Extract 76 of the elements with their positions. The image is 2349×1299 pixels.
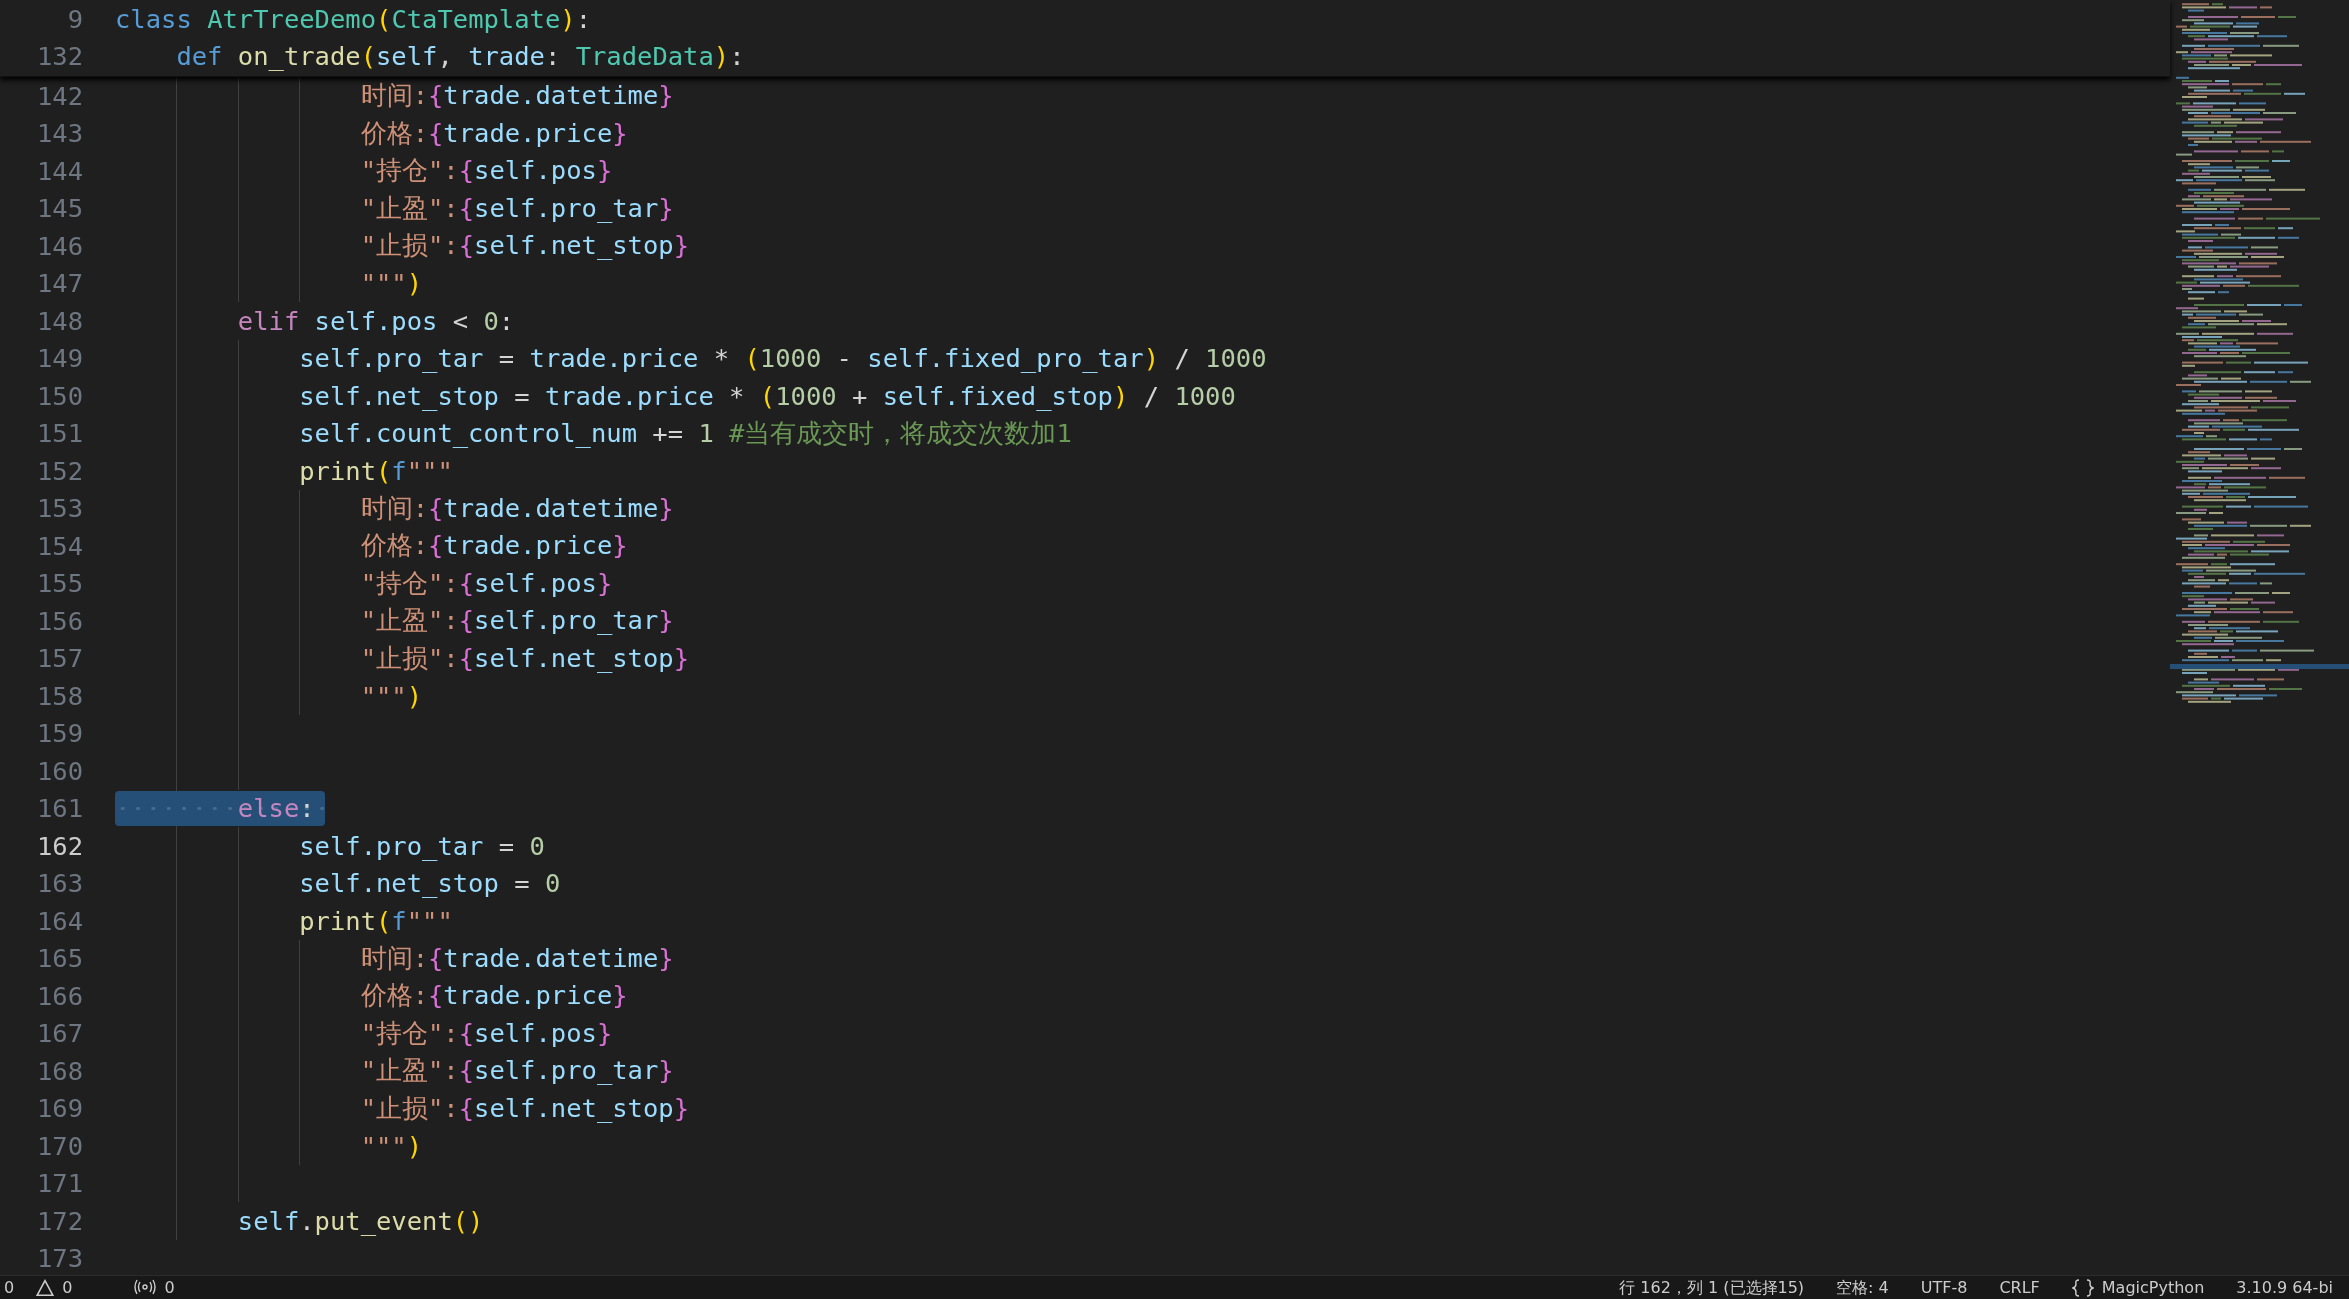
line-number: 153 — [35, 493, 83, 524]
cursor-position[interactable]: 行 162，列 1 (已选择15) — [1619, 1276, 1805, 1299]
error-count[interactable]: 0 — [4, 1276, 15, 1299]
code-line: 价格:{trade.price} — [359, 116, 628, 150]
code-line: print(f""" — [298, 905, 453, 936]
line-number: 150 — [35, 380, 83, 411]
code-line: print(f""" — [298, 455, 453, 486]
line-number: 162 — [35, 830, 83, 861]
line-number: 147 — [35, 268, 83, 299]
code-line: """) — [359, 680, 423, 711]
line-number: 164 — [35, 905, 83, 936]
warning-icon — [36, 1278, 55, 1297]
ports-count[interactable]: 0 — [134, 1276, 175, 1299]
code-line: elif self.pos < 0: — [236, 305, 515, 336]
line-number: 9 — [66, 3, 83, 34]
line-number: 171 — [35, 1168, 83, 1199]
code-line: "止损":{self.net_stop} — [359, 229, 689, 263]
code-line: self.net_stop = trade.price * (1000 + self.fixed_stop) / 1000 — [298, 380, 1236, 411]
line-number: 172 — [35, 1205, 83, 1236]
line-number: 144 — [35, 155, 83, 186]
indentation-status[interactable]: 空格: 4 — [1836, 1276, 1889, 1299]
encoding-status[interactable]: UTF-8 — [1920, 1276, 1968, 1299]
language-mode[interactable]: MagicPython — [2071, 1276, 2205, 1299]
code-line: """) — [359, 268, 423, 299]
code-line: else: — [236, 793, 315, 824]
code-line: "止盈":{self.pro_tar} — [359, 1054, 674, 1088]
line-number: 132 — [35, 41, 83, 72]
code-line: """) — [359, 1130, 423, 1161]
line-number: 156 — [35, 605, 83, 636]
line-number: 159 — [35, 718, 83, 749]
code-line: self.count_control_num += 1 #当有成交时，将成交次数加1 — [298, 416, 1072, 450]
code-line: "持仓":{self.pos} — [359, 566, 613, 600]
code-line: class AtrTreeDemo(CtaTemplate): — [115, 3, 591, 34]
code-line: self.net_stop = 0 — [298, 868, 561, 899]
line-number: 143 — [35, 118, 83, 149]
code-line: def on_trade(self, trade: TradeData): — [175, 41, 745, 72]
warning-count[interactable]: 0 — [36, 1276, 73, 1299]
code-line: "止盈":{self.pro_tar} — [359, 191, 674, 225]
braces-icon — [2071, 1278, 2094, 1297]
line-number: 149 — [35, 343, 83, 374]
line-number: 145 — [35, 193, 83, 224]
code-line: 价格:{trade.price} — [359, 529, 628, 563]
interpreter-status[interactable]: 3.10.9 64-bi — [2236, 1276, 2333, 1299]
line-number: 151 — [35, 418, 83, 449]
line-number: 148 — [35, 305, 83, 336]
line-ending-status[interactable]: CRLF — [1999, 1276, 2040, 1299]
code-line: "止盈":{self.pro_tar} — [359, 604, 674, 638]
line-number: 146 — [35, 230, 83, 261]
line-number: 142 — [35, 80, 83, 111]
code-line: 时间:{trade.datetime} — [359, 941, 674, 975]
line-number: 158 — [35, 680, 83, 711]
line-number: 157 — [35, 643, 83, 674]
line-number: 169 — [35, 1093, 83, 1124]
code-line: "持仓":{self.pos} — [359, 154, 613, 188]
line-number: 160 — [35, 755, 83, 786]
code-line: 时间:{trade.datetime} — [359, 491, 674, 525]
line-number: 170 — [35, 1130, 83, 1161]
line-number: 154 — [35, 530, 83, 561]
code-line: "止损":{self.net_stop} — [359, 1091, 689, 1125]
line-number: 155 — [35, 568, 83, 599]
code-line: self.put_event() — [236, 1205, 484, 1236]
line-number: 163 — [35, 868, 83, 899]
code-line: 价格:{trade.price} — [359, 979, 628, 1013]
code-line: self.pro_tar = trade.price * (1000 - self.fixed_pro_tar) / 1000 — [298, 343, 1267, 374]
line-number: 168 — [35, 1055, 83, 1086]
code-line: "止损":{self.net_stop} — [359, 641, 689, 675]
broadcast-icon — [134, 1278, 157, 1297]
line-number: 161 — [35, 793, 83, 824]
line-number: 152 — [35, 455, 83, 486]
line-number: 167 — [35, 1018, 83, 1049]
line-number: 173 — [35, 1243, 83, 1274]
code-line: 时间:{trade.datetime} — [359, 79, 674, 113]
line-number: 165 — [35, 943, 83, 974]
code-line: "持仓":{self.pos} — [359, 1016, 613, 1050]
code-line: self.pro_tar = 0 — [298, 830, 545, 861]
line-number: 166 — [35, 980, 83, 1011]
